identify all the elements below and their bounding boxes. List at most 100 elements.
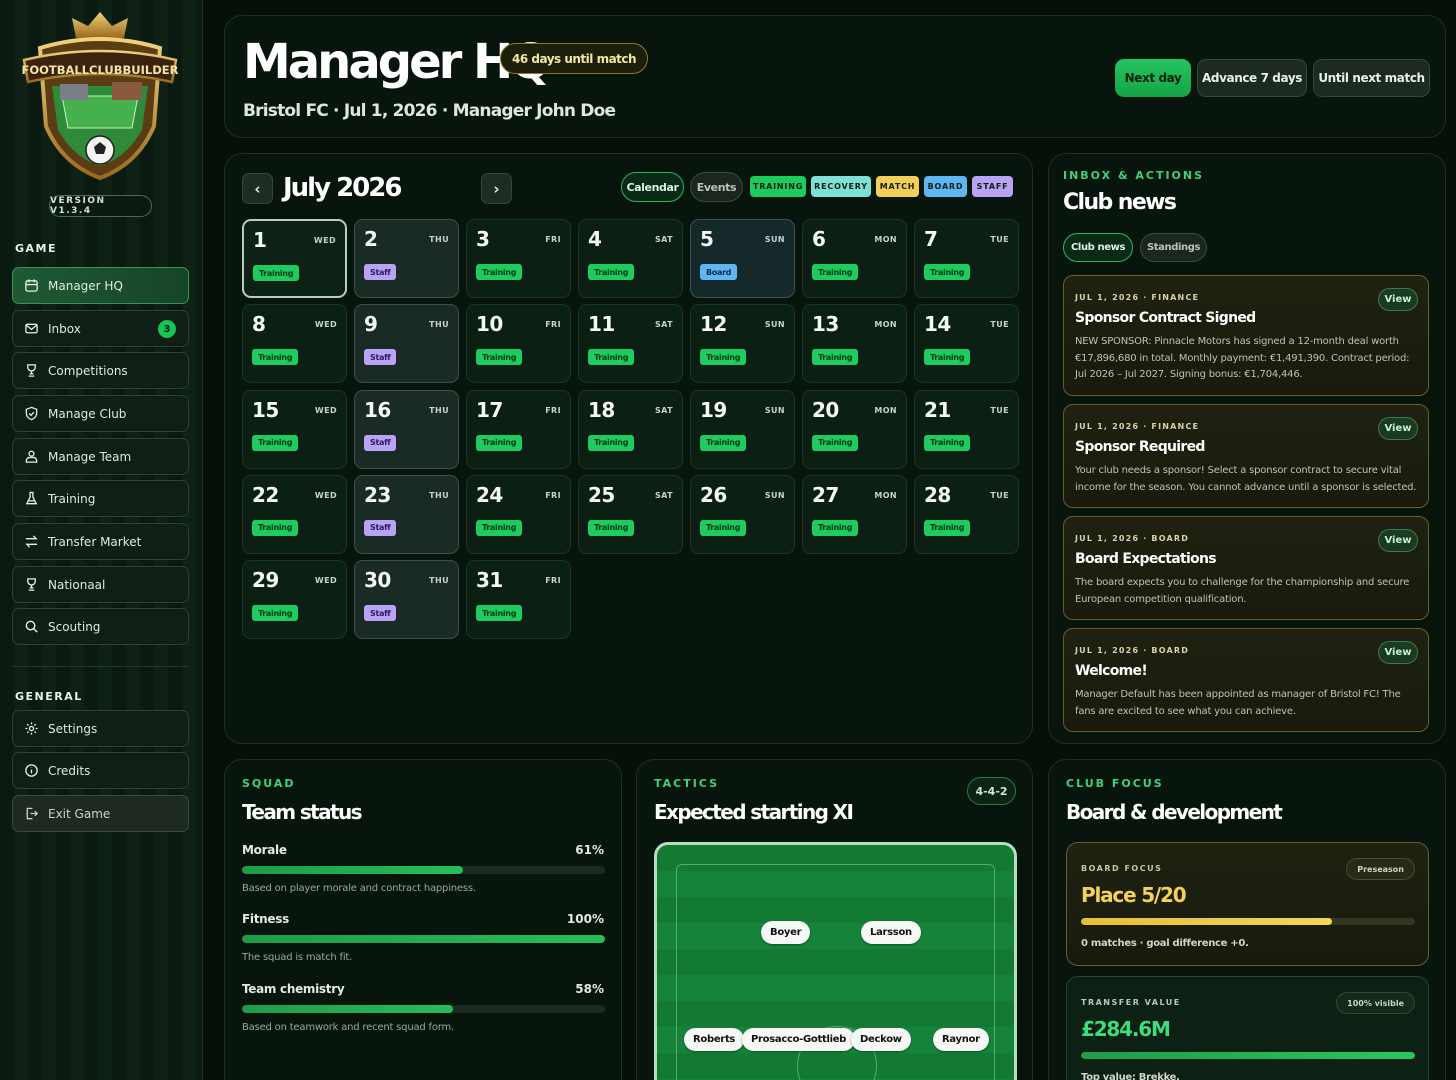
stat-value-fitness: 100% [566,912,604,926]
calendar-day[interactable]: 20 MON Training [802,389,907,469]
next-month-button[interactable]: › [481,173,512,204]
stat-note: Based on player morale and contract happ… [242,883,476,894]
svg-text:FOOTBALLCLUBBUILDER: FOOTBALLCLUBBUILDER [21,63,178,77]
sidebar-item-exit-game[interactable]: Exit Game [12,795,189,832]
sidebar-item-manage-club[interactable]: Manage Club [12,395,189,432]
squad-title: Team status [242,800,363,824]
calendar-day[interactable]: 31 FRI Training [466,560,571,640]
calendar-day[interactable]: 15 WED Training [242,389,347,469]
calendar-day[interactable]: 2 THU Staff [354,219,459,298]
day-number: 31 [476,568,503,593]
prev-month-button[interactable]: ‹ [242,173,273,204]
visibility-badge: 100% visible [1336,992,1415,1014]
sidebar-item-nationaal[interactable]: Nationaal [12,566,189,603]
version-badge: VERSION V1.3.4 [49,195,152,217]
calendar-day[interactable]: 19 SUN Training [690,389,795,469]
sidebar-item-training[interactable]: Training [12,480,189,517]
day-of-week: WED [314,320,337,330]
calendar-day[interactable]: 25 SAT Training [578,474,683,554]
sidebar-item-credits[interactable]: Credits [12,752,189,789]
event-tag-training: Training [476,519,523,536]
calendar-day[interactable]: 23 THU Staff [354,474,459,554]
day-of-week: FRI [545,576,561,586]
sidebar-item-label: Credits [48,763,91,778]
tab-club-news[interactable]: Club news [1063,233,1133,262]
calendar-day[interactable]: 13 MON Training [802,304,907,384]
event-tag-training: Training [588,349,635,366]
shield-icon [25,406,38,421]
calendar-day[interactable]: 22 WED Training [242,474,347,554]
player-chip[interactable]: Deckow [851,1028,911,1051]
calendar-day[interactable]: 17 FRI Training [466,389,571,469]
sidebar-item-competitions[interactable]: Competitions [12,352,189,389]
player-chip[interactable]: Raynor [933,1028,989,1051]
tab-calendar[interactable]: Calendar [621,172,684,202]
calendar-day[interactable]: 10 FRI Training [466,304,571,384]
sidebar-item-transfer-market[interactable]: Transfer Market [12,523,189,560]
calendar-day[interactable]: 16 THU Staff [354,389,459,469]
calendar-day[interactable]: 12 SUN Training [690,304,795,384]
event-tag-staff: Staff [364,264,397,280]
calendar-day[interactable]: 29 WED Training [242,560,347,640]
day-of-week: TUE [990,320,1009,330]
calendar-day[interactable]: 9 THU Staff [354,304,459,384]
tab-events[interactable]: Events [690,172,743,202]
sidebar-item-settings[interactable]: Settings [12,710,189,747]
player-chip[interactable]: Larsson [861,921,921,944]
calendar-day[interactable]: 4 SAT Training [578,219,683,298]
calendar-day[interactable]: 21 TUE Training [914,389,1019,469]
sidebar-item-label: Competitions [48,363,128,378]
day-number: 27 [812,482,839,507]
calendar-day[interactable]: 28 TUE Training [914,474,1019,554]
day-of-week: SUN [764,235,785,244]
day-of-week: SAT [655,405,673,415]
news-body: Manager Default has been appointed as ma… [1075,689,1401,717]
calendar-day[interactable]: 11 SAT Training [578,304,683,384]
event-tag-training: Training [924,264,971,280]
sidebar-item-inbox[interactable]: Inbox 3 [12,310,189,347]
event-tag-training: Training [812,434,859,451]
calendar-day[interactable]: 26 SUN Training [690,474,795,554]
sidebar-item-label: Exit Game [48,806,111,821]
board-focus-bar-fill [1081,918,1332,925]
day-number: 15 [252,397,279,422]
sidebar-item-manager-hq[interactable]: Manager HQ [12,267,189,304]
calendar-day[interactable]: 8 WED Training [242,304,347,384]
day-number: 21 [924,397,951,422]
player-chip[interactable]: Boyer [761,921,811,944]
stat-value-morale: 61% [575,843,604,857]
calendar-day[interactable]: 30 THU Staff [354,560,459,640]
transfer-value-note: Top value: Brekke. [1081,1072,1180,1080]
calendar-day[interactable]: 3 FRI Training [466,219,571,298]
player-chip[interactable]: Prosacco-Gottlieb [742,1028,856,1051]
view-button[interactable]: View [1378,288,1418,311]
sidebar-item-scouting[interactable]: Scouting [12,608,189,645]
view-button[interactable]: View [1378,529,1418,552]
calendar-day[interactable]: 5 SUN Board [690,219,795,298]
calendar-day[interactable]: 6 MON Training [802,219,907,298]
event-tag-training: Training [476,434,523,451]
calendar-day[interactable]: 24 FRI Training [466,474,571,554]
view-button[interactable]: View [1378,641,1418,664]
calendar-day[interactable]: 14 TUE Training [914,304,1019,384]
event-tag-training: Training [812,264,859,280]
view-button[interactable]: View [1378,417,1418,440]
advance-7-days-button[interactable]: Advance 7 days [1197,59,1307,97]
stat-label-morale: Morale [242,843,287,857]
news-card: JUL 1, 2026 · BOARD Welcome! Manager Def… [1063,628,1429,732]
formation-badge[interactable]: 4-4-2 [967,777,1016,805]
sidebar-item-manage-team[interactable]: Manage Team [12,438,189,475]
day-number: 20 [812,397,839,422]
day-number: 8 [252,312,266,337]
player-chip[interactable]: Roberts [684,1028,745,1051]
tab-standings[interactable]: Standings [1140,233,1207,262]
calendar-day[interactable]: 7 TUE Training [914,219,1019,298]
calendar-day[interactable]: 18 SAT Training [578,389,683,469]
sidebar-item-label: Inbox [48,321,81,336]
until-next-match-button[interactable]: Until next match [1313,59,1430,97]
next-day-button[interactable]: Next day [1115,59,1191,97]
calendar-panel: ‹ July 2026 › Calendar Events TRAINING RE… [224,153,1033,744]
calendar-day[interactable]: 1 WED Training [242,219,347,298]
exit-icon [26,807,39,820]
calendar-day[interactable]: 27 MON Training [802,474,907,554]
